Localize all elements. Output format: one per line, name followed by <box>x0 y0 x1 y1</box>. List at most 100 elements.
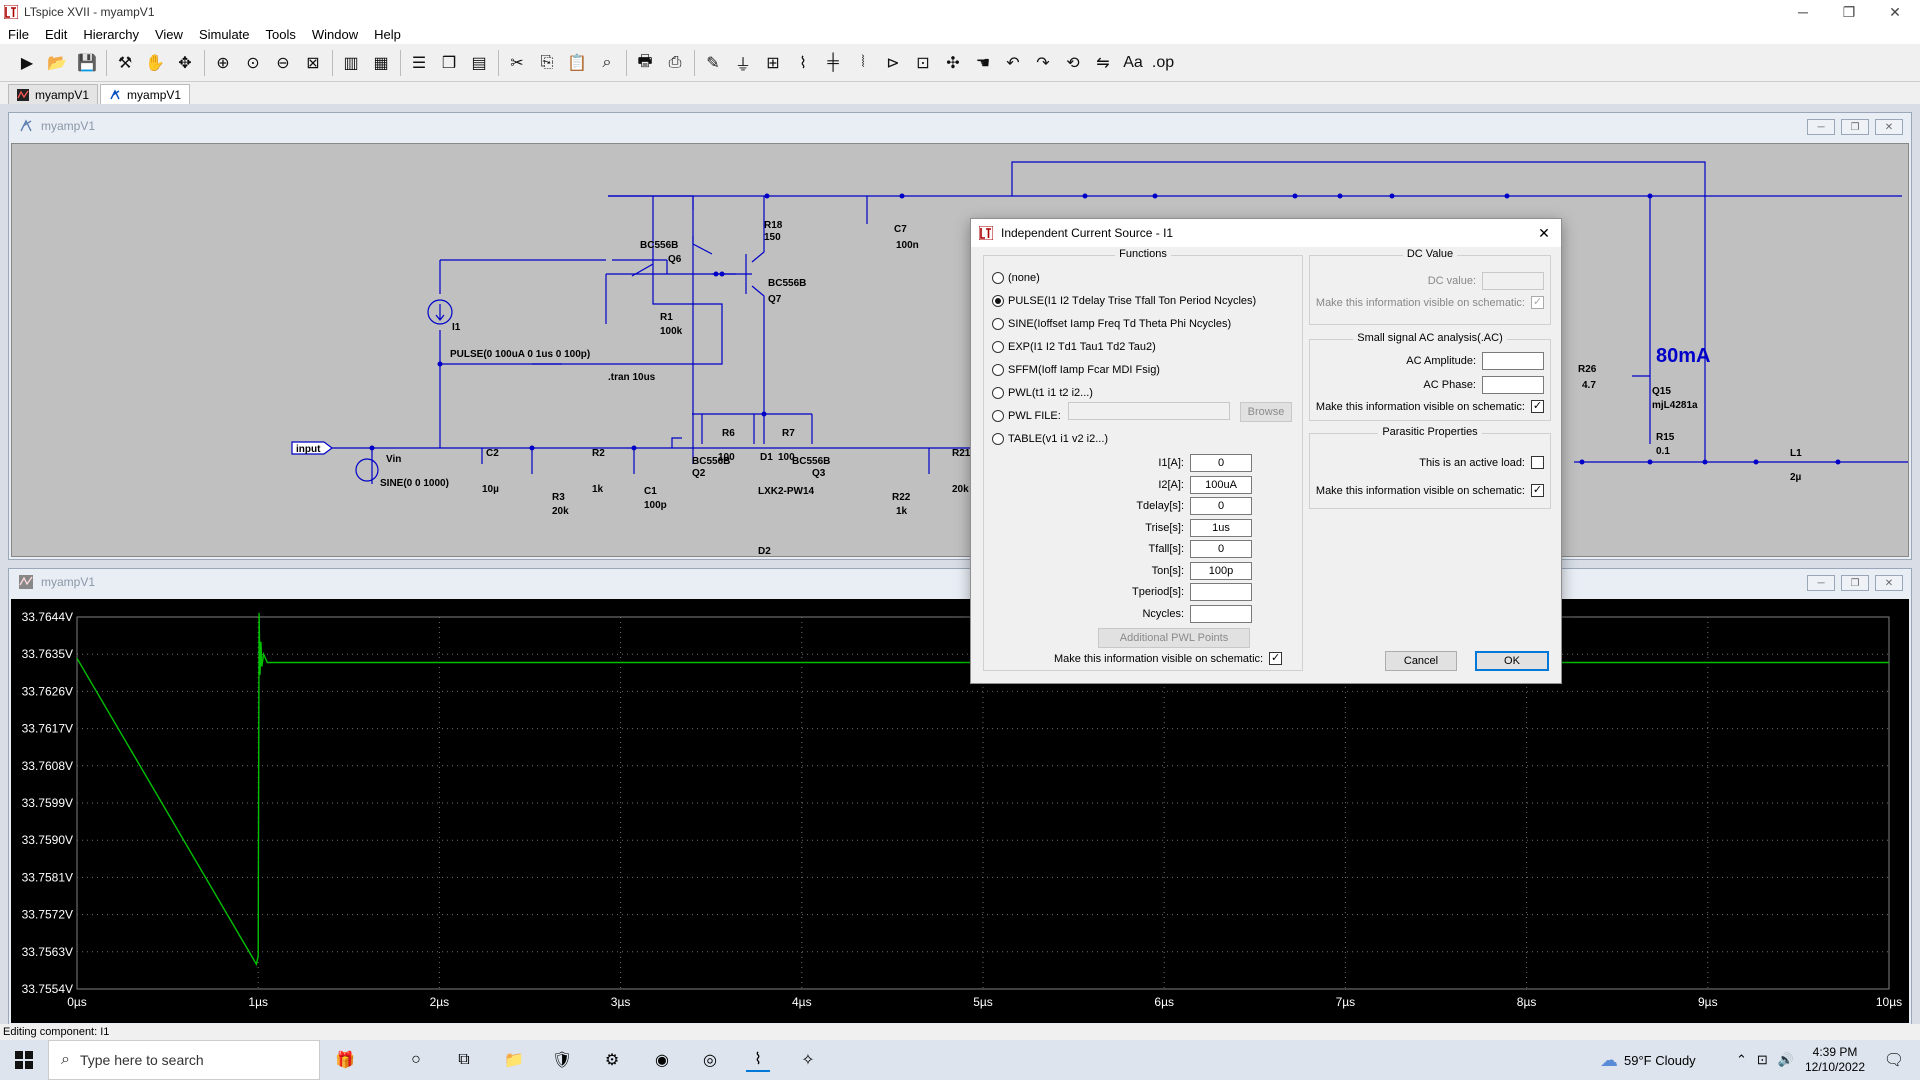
close-button[interactable]: ✕ <box>1872 0 1918 24</box>
network-icon[interactable]: ⊡ <box>1757 1052 1768 1068</box>
cancel-button[interactable]: Cancel <box>1385 651 1457 671</box>
volume-icon[interactable]: 🔊 <box>1778 1052 1794 1068</box>
radio-button[interactable] <box>992 433 1004 445</box>
drag-icon[interactable]: ☚ <box>970 50 996 76</box>
child-restore-button[interactable]: ❐ <box>1841 119 1869 135</box>
schematic-canvas[interactable]: 80mA R18 150 C7 100n BC556B Q6 BC556B Q7… <box>11 143 1909 557</box>
additional-pwl-button[interactable]: Additional PWL Points <box>1098 628 1250 648</box>
control-panel-icon[interactable]: ⚒ <box>112 50 138 76</box>
weather-widget[interactable]: ☁ 59°F Cloudy <box>1600 1040 1696 1080</box>
app-icon[interactable]: ◉ <box>650 1048 674 1072</box>
run-icon[interactable]: ▶ <box>14 50 40 76</box>
undo-icon[interactable]: ↶ <box>1000 50 1026 76</box>
save-icon[interactable]: 💾 <box>74 50 100 76</box>
voltage-source-symbol[interactable] <box>355 458 379 482</box>
radio-button[interactable] <box>992 272 1004 284</box>
clock[interactable]: 4:39 PM 12/10/2022 <box>1798 1040 1872 1080</box>
dc-value-input[interactable] <box>1482 272 1544 290</box>
notifications-icon[interactable]: 🗨 <box>1882 1048 1906 1072</box>
plot-settings-icon[interactable]: ▥ <box>338 50 364 76</box>
menu-window[interactable]: Window <box>304 27 366 42</box>
radio-button[interactable] <box>992 318 1004 330</box>
function-radio-6[interactable]: PWL FILE: <box>992 410 1061 422</box>
radio-button[interactable] <box>992 341 1004 353</box>
zoom-area-icon[interactable]: ⊙ <box>240 50 266 76</box>
function-radio-2[interactable]: SINE(Ioffset Iamp Freq Td Theta Phi Ncyc… <box>992 318 1231 330</box>
redo-icon[interactable]: ↷ <box>1030 50 1056 76</box>
label-icon[interactable]: ⊞ <box>760 50 786 76</box>
menu-view[interactable]: View <box>147 27 191 42</box>
ok-button[interactable]: OK <box>1475 651 1549 671</box>
open-icon[interactable]: 📂 <box>44 50 70 76</box>
waveform-canvas[interactable]: 33.7644V 33.7635V 33.7626V 33.7617V 33.7608V… <box>11 599 1909 1023</box>
menu-edit[interactable]: Edit <box>37 27 75 42</box>
taskbar-search-box[interactable]: ⌕ Type here to search <box>48 1040 320 1080</box>
param-input[interactable] <box>1190 454 1252 472</box>
child-minimize-button[interactable]: ─ <box>1807 575 1835 591</box>
menu-file[interactable]: File <box>0 27 37 42</box>
menu-hierarchy[interactable]: Hierarchy <box>75 27 147 42</box>
menu-tools[interactable]: Tools <box>258 27 304 42</box>
restore-button[interactable]: ❐ <box>1826 0 1872 24</box>
param-input[interactable] <box>1190 561 1252 580</box>
function-radio-1[interactable]: PULSE(I1 I2 Tdelay Trise Tfall Ton Perio… <box>992 295 1256 307</box>
browse-button[interactable]: Browse <box>1240 402 1292 422</box>
dialog-close-button[interactable]: ✕ <box>1533 222 1555 244</box>
windows-start-icon[interactable] <box>12 1048 36 1072</box>
resistor-icon[interactable]: ⌇ <box>790 50 816 76</box>
param-input[interactable] <box>1190 540 1252 558</box>
zoom-fit-icon[interactable]: ⊠ <box>300 50 326 76</box>
ac-amplitude-input[interactable] <box>1482 352 1544 370</box>
tile-vertical-icon[interactable]: ▤ <box>466 50 492 76</box>
radio-button[interactable] <box>992 295 1004 307</box>
autorange-icon[interactable]: ▦ <box>368 50 394 76</box>
doc-tab-waveform[interactable]: myampV1 <box>8 84 99 104</box>
file-explorer-icon[interactable]: 📁 <box>502 1048 526 1072</box>
child-restore-button[interactable]: ❐ <box>1841 575 1869 591</box>
capacitor-icon[interactable]: ╪ <box>820 50 846 76</box>
function-radio-0[interactable]: (none) <box>992 272 1040 284</box>
param-input[interactable] <box>1190 583 1252 601</box>
halt-icon[interactable]: ✋ <box>142 50 168 76</box>
radio-button[interactable] <box>992 410 1004 422</box>
rotate-icon[interactable]: ⟲ <box>1060 50 1086 76</box>
child-close-button[interactable]: ✕ <box>1875 119 1903 135</box>
function-radio-3[interactable]: EXP(I1 I2 Td1 Tau1 Td2 Tau2) <box>992 341 1156 353</box>
ground-icon[interactable]: ⏚ <box>730 50 756 76</box>
pwl-file-input[interactable] <box>1068 402 1230 420</box>
inductor-icon[interactable]: ⦚ <box>850 50 876 76</box>
print-preview-icon[interactable]: ⎙ <box>662 50 688 76</box>
ltspice-taskbar-icon[interactable]: ⌇ <box>746 1048 770 1072</box>
diode-icon[interactable]: ⊳ <box>880 50 906 76</box>
settings-icon[interactable]: ⚙ <box>600 1048 624 1072</box>
mirror-icon[interactable]: ⇋ <box>1090 50 1116 76</box>
child-minimize-button[interactable]: ─ <box>1807 119 1835 135</box>
parasitic-visible-checkbox[interactable]: ✓ <box>1531 484 1544 497</box>
radio-button[interactable] <box>992 364 1004 376</box>
function-radio-5[interactable]: PWL(t1 i1 t2 i2...) <box>992 387 1093 399</box>
tray-overflow-icon[interactable]: ⌃ <box>1736 1052 1747 1068</box>
radio-button[interactable] <box>992 387 1004 399</box>
param-input[interactable] <box>1190 497 1252 515</box>
function-radio-7[interactable]: TABLE(v1 i1 v2 i2...) <box>992 433 1108 445</box>
ac-visible-checkbox[interactable]: ✓ <box>1531 400 1544 413</box>
child-close-button[interactable]: ✕ <box>1875 575 1903 591</box>
cortana-icon[interactable]: ○ <box>404 1048 428 1072</box>
zoom-in-icon[interactable]: ⊕ <box>210 50 236 76</box>
param-input[interactable] <box>1190 604 1252 623</box>
param-input[interactable] <box>1190 518 1252 537</box>
brave-browser-icon[interactable]: 🛡 <box>550 1048 574 1072</box>
print-icon[interactable]: 🖶 <box>632 50 658 76</box>
text-icon[interactable]: Aa <box>1120 50 1146 76</box>
dc-visible-checkbox[interactable]: ✓ <box>1531 296 1544 309</box>
ac-phase-input[interactable] <box>1482 376 1544 394</box>
doc-tab-schematic[interactable]: myampV1 <box>100 84 191 104</box>
function-radio-4[interactable]: SFFM(Ioff Iamp Fcar MDI Fsig) <box>992 364 1160 376</box>
search-highlight-icon[interactable]: 🎁 <box>320 1048 370 1072</box>
ltspice-plot-taskbar-icon[interactable]: ✧ <box>796 1048 820 1072</box>
pan-icon[interactable]: ✥ <box>172 50 198 76</box>
find-icon[interactable]: ⌕ <box>594 50 620 76</box>
zoom-out-icon[interactable]: ⊖ <box>270 50 296 76</box>
active-load-checkbox[interactable] <box>1531 456 1544 469</box>
menu-help[interactable]: Help <box>366 27 409 42</box>
